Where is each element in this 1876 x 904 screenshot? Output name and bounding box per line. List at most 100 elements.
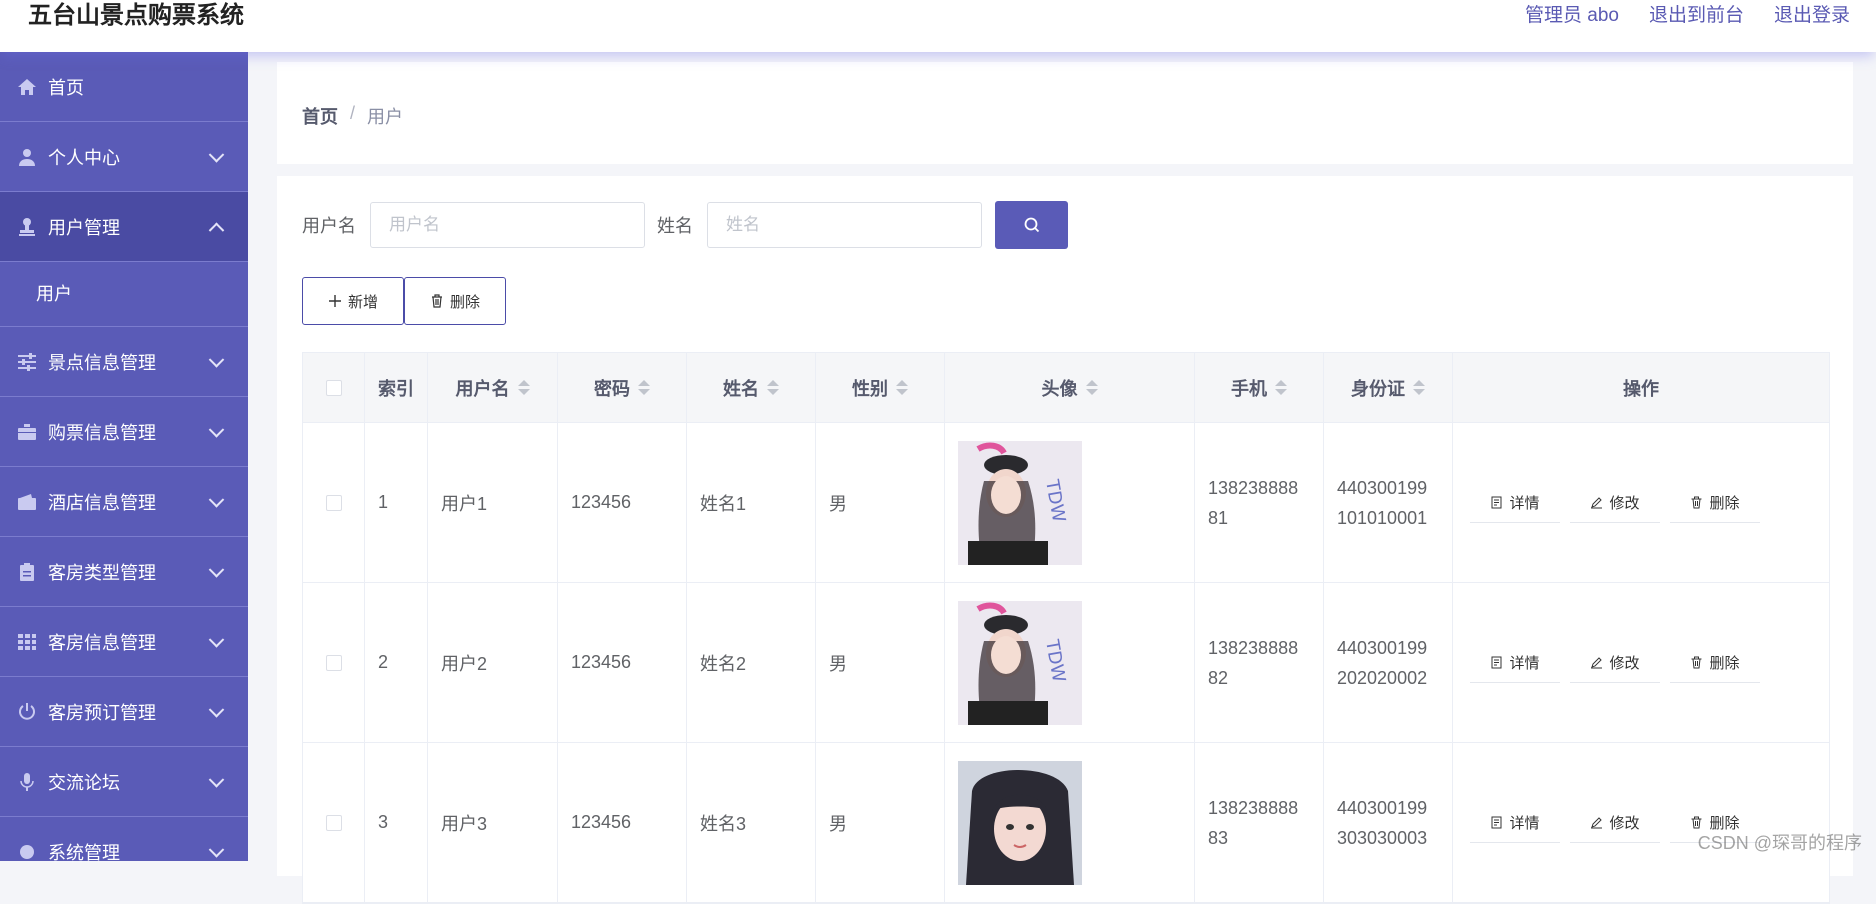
delete-button[interactable]: 删除: [404, 277, 507, 325]
sidebar-item-user-management[interactable]: 用户管理: [0, 192, 248, 262]
row-checkbox[interactable]: [325, 814, 342, 831]
row-select-cell: [303, 743, 365, 902]
phone-line-1: 138238888: [1208, 637, 1299, 658]
breadcrumb-home[interactable]: 首页: [302, 103, 338, 129]
document-icon: [1491, 656, 1502, 668]
cell-gender: 男: [816, 743, 945, 902]
sidebar-item-forum[interactable]: 交流论坛: [0, 747, 248, 817]
col-header-label: 手机: [1231, 378, 1267, 399]
action-bar: 新增 删除: [302, 277, 507, 325]
sidebar-subitem-user[interactable]: 用户: [0, 262, 248, 327]
detail-button[interactable]: 详情: [1470, 483, 1560, 523]
chevron-down-icon: [208, 421, 225, 438]
user-icon: [16, 146, 38, 168]
chevron-up-icon: [208, 222, 225, 238]
add-button[interactable]: 新增: [302, 277, 405, 325]
breadcrumb-current: 用户: [367, 107, 404, 127]
cell-index: 1: [365, 423, 428, 582]
sidebar-item-home[interactable]: 首页: [0, 52, 248, 122]
cell-phone: 138238888 81: [1195, 423, 1324, 582]
logout-link[interactable]: 退出登录: [1774, 0, 1850, 32]
edit-button[interactable]: 修改: [1570, 483, 1660, 523]
sort-icon: [767, 380, 779, 395]
sidebar-item-system[interactable]: 系统管理: [0, 817, 248, 861]
cell-username: 用户3: [428, 743, 558, 902]
cell-index: 2: [365, 583, 428, 742]
row-delete-button[interactable]: 删除: [1670, 643, 1760, 683]
select-all-cell: [303, 353, 365, 422]
name-label: 姓名: [657, 216, 693, 236]
id-line-1: 440300199: [1337, 637, 1428, 658]
edit-label: 修改: [1609, 814, 1640, 832]
document-icon: [1491, 496, 1502, 508]
edit-button[interactable]: 修改: [1570, 643, 1660, 683]
edit-label: 修改: [1609, 654, 1640, 672]
col-header-label: 头像: [1041, 378, 1078, 399]
sort-icon: [1275, 380, 1287, 395]
phone-line-2: 81: [1208, 507, 1229, 528]
trash-icon: [1691, 656, 1702, 668]
sidebar-item-hotel-info[interactable]: 酒店信息管理: [0, 467, 248, 537]
edit-button[interactable]: 修改: [1570, 803, 1660, 843]
mic-icon: [16, 771, 38, 793]
select-all-checkbox[interactable]: [325, 379, 342, 396]
search-bar: 用户名 姓名: [302, 201, 1068, 249]
cell-name: 姓名1: [687, 423, 816, 582]
row-select-cell: [303, 423, 365, 582]
col-header-name[interactable]: 姓名: [687, 353, 816, 422]
cell-id-card: 440300199 303030003: [1324, 743, 1453, 902]
sidebar-item-label: 客房信息管理: [48, 632, 156, 653]
sidebar-item-ticket-info[interactable]: 购票信息管理: [0, 397, 248, 467]
briefcase-icon: [16, 421, 38, 443]
id-line-2: 202020002: [1337, 667, 1428, 688]
sort-icon: [1085, 380, 1098, 395]
sidebar-item-scenic-info[interactable]: 景点信息管理: [0, 327, 248, 397]
phone-line-2: 83: [1208, 827, 1229, 848]
cell-username: 用户1: [428, 423, 558, 582]
id-line-2: 101010001: [1337, 507, 1428, 528]
wallet-icon: [16, 491, 38, 513]
col-header-username[interactable]: 用户名: [428, 353, 558, 422]
cell-gender: 男: [816, 583, 945, 742]
breadcrumb-card: 首页 / 用户: [277, 62, 1853, 164]
col-header-avatar[interactable]: 头像: [945, 353, 1195, 422]
chevron-down-icon: [208, 701, 225, 718]
front-page-link[interactable]: 退出到前台: [1649, 0, 1744, 32]
phone-line-2: 82: [1208, 667, 1229, 688]
admin-user-link[interactable]: 管理员 abo: [1525, 0, 1619, 32]
col-header-label: 姓名: [723, 378, 759, 399]
sidebar-item-room-booking[interactable]: 客房预订管理: [0, 677, 248, 747]
search-button[interactable]: [995, 201, 1068, 249]
phone-line-1: 138238888: [1208, 477, 1299, 498]
col-header-label: 用户名: [455, 378, 510, 399]
cell-actions: 详情 修改 删除: [1453, 423, 1829, 582]
sidebar-item-label: 客房预订管理: [48, 702, 156, 723]
sidebar-item-room-type[interactable]: 客房类型管理: [0, 537, 248, 607]
col-header-phone[interactable]: 手机: [1195, 353, 1324, 422]
sidebar-item-label: 用户管理: [48, 217, 120, 238]
col-header-password[interactable]: 密码: [558, 353, 687, 422]
chevron-down-icon: [208, 841, 225, 858]
row-checkbox[interactable]: [325, 654, 342, 671]
chevron-down-icon: [208, 631, 225, 648]
col-header-id-card[interactable]: 身份证: [1324, 353, 1453, 422]
detail-button[interactable]: 详情: [1470, 643, 1560, 683]
avatar: [958, 760, 1082, 885]
row-checkbox[interactable]: [325, 494, 342, 511]
row-delete-button[interactable]: 删除: [1670, 483, 1760, 523]
detail-button[interactable]: 详情: [1470, 803, 1560, 843]
name-search-input[interactable]: [707, 202, 982, 248]
sidebar-item-label: 首页: [48, 77, 84, 98]
col-header-label: 密码: [594, 378, 630, 399]
main-panel: 用户名 姓名 新增 删除 索引 用户名 密码 姓名 性别 头像 手机 身份证 操…: [277, 176, 1853, 904]
sort-icon: [1413, 380, 1425, 395]
home-icon: [16, 76, 38, 98]
cell-username: 用户2: [428, 583, 558, 742]
username-search-input[interactable]: [370, 202, 645, 248]
edit-icon: [1591, 496, 1603, 508]
col-header-gender[interactable]: 性别: [816, 353, 945, 422]
sidebar-item-personal-center[interactable]: 个人中心: [0, 122, 248, 192]
sidebar-item-room-info[interactable]: 客房信息管理: [0, 607, 248, 677]
clipboard-icon: [16, 561, 38, 583]
cell-avatar: TDW: [945, 583, 1195, 742]
